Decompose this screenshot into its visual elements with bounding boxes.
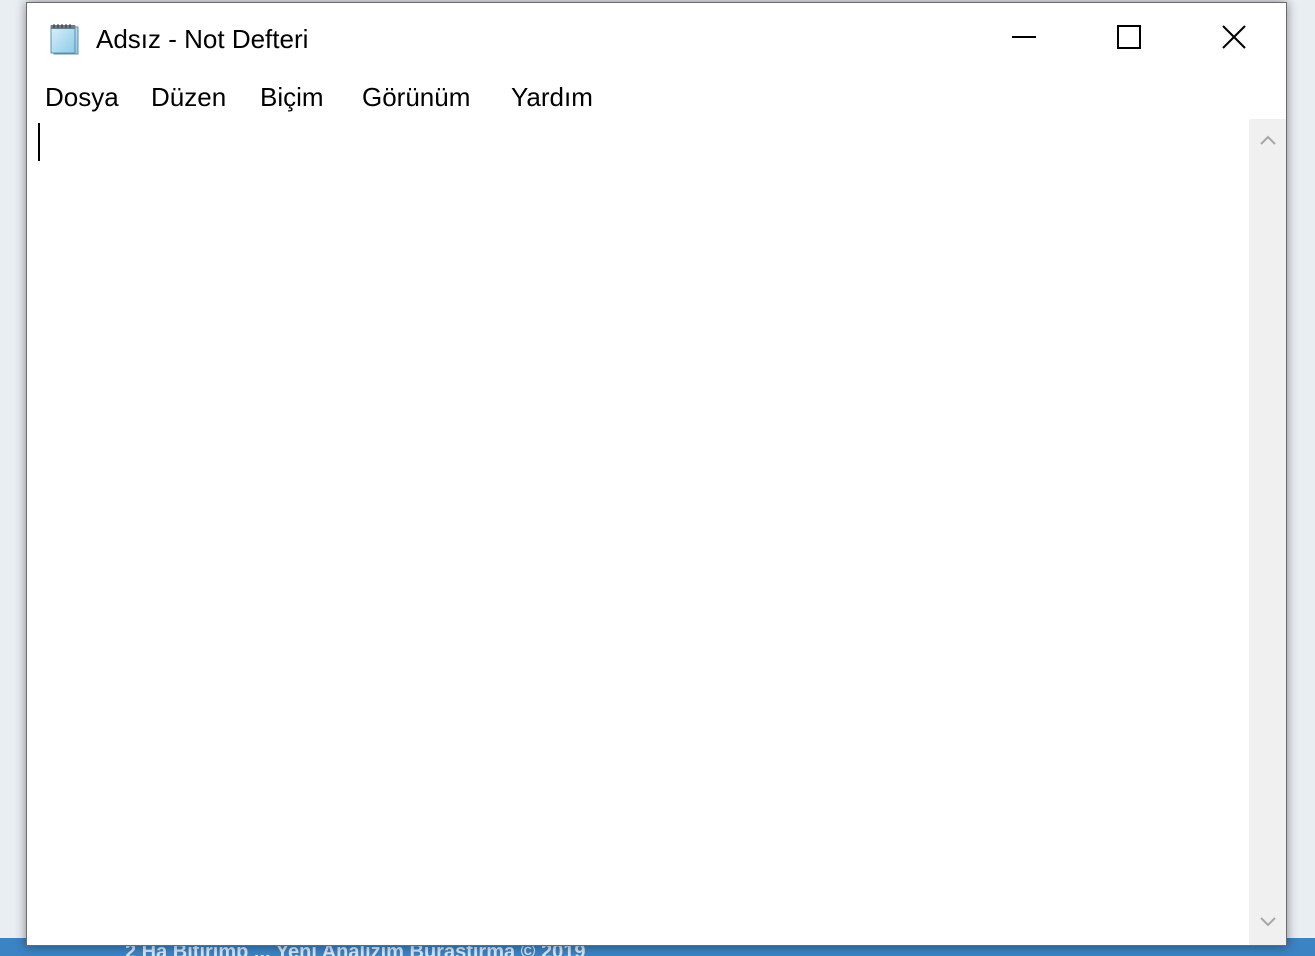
title-bar[interactable]: Adsız - Not Defteri	[27, 3, 1286, 73]
menu-item-bicim[interactable]: Biçim	[260, 77, 324, 117]
notepad-icon	[49, 23, 83, 55]
close-button[interactable]	[1184, 9, 1284, 69]
notepad-window: Adsız - Not Defteri Dosya Düzen Biçim Gö…	[26, 2, 1287, 946]
minimize-button[interactable]	[974, 9, 1074, 69]
minimize-icon	[1011, 24, 1037, 55]
maximize-icon	[1116, 24, 1142, 55]
close-icon	[1221, 24, 1247, 55]
chevron-up-icon	[1259, 133, 1277, 151]
menu-item-dosya[interactable]: Dosya	[45, 77, 119, 117]
menu-item-yardim[interactable]: Yardım	[511, 77, 593, 117]
window-title: Adsız - Not Defteri	[96, 24, 309, 54]
text-caret	[38, 123, 40, 161]
menu-item-duzen[interactable]: Düzen	[151, 77, 226, 117]
chevron-down-icon	[1259, 915, 1277, 933]
scroll-up-button[interactable]	[1249, 127, 1286, 157]
menu-bar: Dosya Düzen Biçim Görünüm Yardım	[27, 77, 1286, 117]
vertical-scrollbar[interactable]	[1249, 119, 1286, 945]
maximize-button[interactable]	[1079, 9, 1179, 69]
scroll-down-button[interactable]	[1249, 909, 1286, 939]
menu-item-gorunum[interactable]: Görünüm	[362, 77, 470, 117]
text-editor-area[interactable]	[27, 119, 1249, 945]
